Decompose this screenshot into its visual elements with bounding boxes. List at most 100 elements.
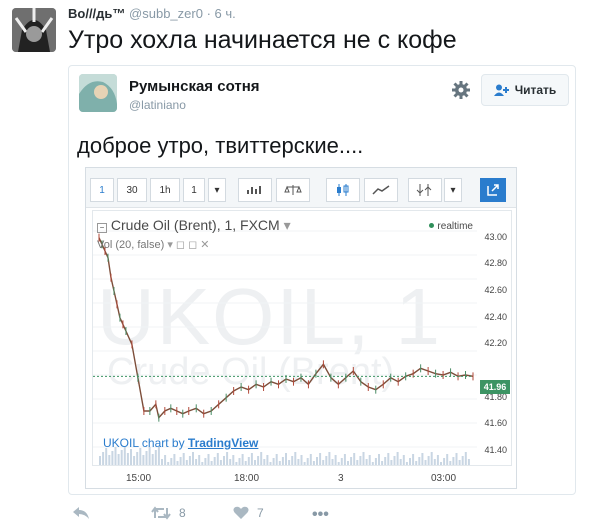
volume-bar [449,461,452,465]
author-avatar[interactable] [12,8,56,52]
tradingview-link[interactable]: TradingView [188,436,258,450]
volume-bar [409,458,411,465]
volume-bar [440,462,442,465]
volume-bar [455,453,458,465]
volume-bar [285,453,287,465]
volume-bar [117,454,120,465]
volume-bar [316,457,318,465]
volume-bar [111,451,114,465]
volume-bar [216,453,219,465]
author-name[interactable]: Во///дь™ [68,6,125,21]
volume-bar [464,452,467,465]
volume-bar [126,453,129,465]
volume-bar [412,454,415,465]
tweet-time[interactable]: 6 ч. [215,6,236,21]
volume-bar [133,456,136,465]
volume-bar [353,453,356,465]
like-count: 7 [257,506,264,520]
volume-text: Vol (20, false) [97,239,165,251]
volume-bar [331,459,334,465]
volume-bar [378,454,380,465]
popout-icon[interactable] [480,178,506,202]
reply-button[interactable] [72,506,90,520]
y-tick-label: 42.60 [484,285,507,295]
volume-bar [167,462,170,465]
interval-button[interactable]: 1 [183,178,205,202]
quoted-name[interactable]: Румынская сотня [129,78,260,95]
volume-bar [136,452,139,465]
volume-bar [105,448,108,465]
volume-bar [151,454,154,465]
volume-bar [281,457,284,465]
x-tick-label: 15:00 [126,473,152,484]
volume-bar [219,460,222,465]
follow-button[interactable]: Читать [481,74,569,106]
indicator-settings-icon[interactable]: ▾ ◻ ◻ ✕ [167,239,209,251]
volume-bar [461,456,464,465]
dot-separator: · [206,6,211,21]
volume-bar [362,452,365,465]
volume-bar [390,460,393,465]
volume-bar [154,450,157,465]
volume-bar [322,460,325,465]
volume-indicator[interactable]: Vol (20, false) ▾ ◻ ◻ ✕ [97,238,210,251]
volume-bar [235,462,238,465]
chart-image[interactable]: 1 30 1h 1 ▾ ▾ UKOIL, 1 Crude Oil (Brent)… [85,167,517,489]
realtime-text: realtime [437,221,473,232]
volume-bar [312,461,315,465]
volume-bar [402,455,405,465]
volume-bar [241,454,244,465]
add-user-icon [493,84,509,96]
quoted-tweet[interactable]: Румынская сотня @latiniano Читать доброе… [68,65,576,495]
candles-icon[interactable] [326,178,360,202]
interval-button[interactable]: 30 [117,178,147,202]
volume-bar [229,459,232,465]
y-tick-label: 43.00 [484,231,507,242]
quoted-avatar[interactable] [79,74,117,112]
volume-bar [359,456,362,465]
volume-bar [250,453,253,465]
volume-bar [108,455,111,465]
interval-dropdown[interactable]: ▾ [208,178,226,202]
price-chart[interactable]: UKOIL, 1 Crude Oil (Brent) − Crude Oil (… [92,210,512,466]
volume-bar [452,457,455,465]
more-options-icon[interactable]: ••• [312,506,329,524]
volume-bar [269,462,272,465]
indicators-dropdown[interactable]: ▾ [444,178,462,202]
interval-button[interactable]: 1h [150,178,180,202]
price-series-line [98,237,474,420]
volume-bar [387,453,390,465]
y-tick-label: 42.80 [484,258,507,269]
area-chart-icon[interactable] [364,178,398,202]
volume-bar [198,455,201,465]
volume-bar [232,455,235,465]
volume-bar [356,460,359,465]
volume-bar [418,457,421,465]
like-button[interactable]: 7 [233,506,264,520]
realtime-badge: realtime [429,221,473,232]
volume-bar [328,452,331,465]
author-handle[interactable]: @subb_zer0 [129,6,203,21]
volume-bar [368,455,371,465]
volume-bar [384,457,387,465]
volume-bar [244,461,247,465]
heart-icon [233,506,249,519]
indicators-icon[interactable] [408,178,442,202]
bars-style-icon[interactable] [238,178,272,202]
gear-icon[interactable] [451,80,471,100]
tweet-actions: 8 7 ••• [0,500,591,530]
volume-bar [297,459,300,465]
volume-bar [405,462,408,465]
volume-bar [272,458,275,465]
collapse-icon[interactable]: − [97,223,107,233]
chart-credit[interactable]: UKOIL chart by TradingView [103,436,258,450]
interval-button[interactable]: 1 [90,178,114,202]
quoted-handle[interactable]: @latiniano [129,98,186,112]
compare-scale-icon[interactable] [276,178,310,202]
retweet-button[interactable]: 8 [151,506,186,520]
volume-bar [424,460,427,465]
volume-bar [371,462,374,465]
symbol-label[interactable]: − Crude Oil (Brent), 1, FXCM ▾ [97,217,291,234]
symbol-dropdown-icon[interactable]: ▾ [284,217,291,233]
volume-bar [210,461,213,465]
